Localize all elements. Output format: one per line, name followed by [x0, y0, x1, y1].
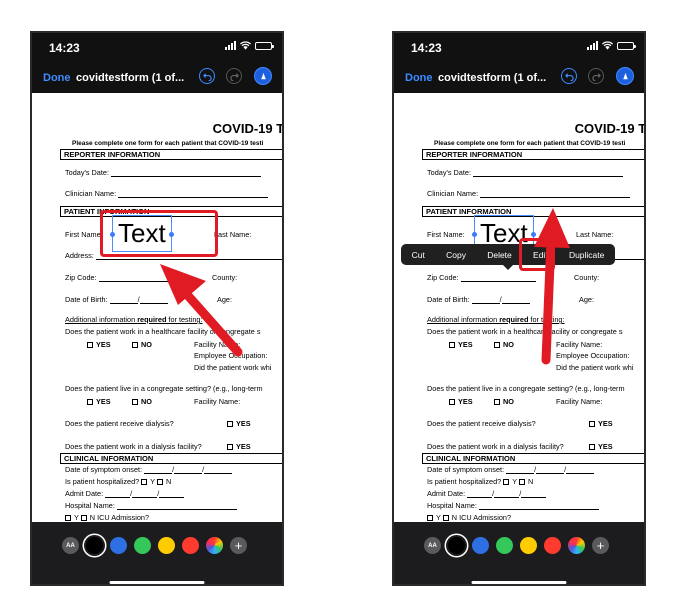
red-arrow-icon — [534, 208, 570, 365]
red-arrow-overlay — [160, 208, 570, 365]
red-arrow-icon — [160, 264, 243, 357]
